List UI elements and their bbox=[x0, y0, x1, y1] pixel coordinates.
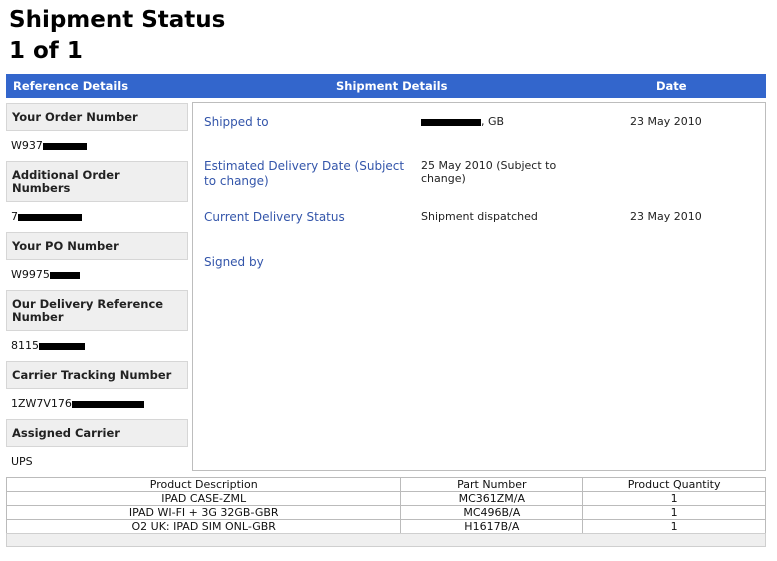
shipment-details-header: Shipment Details bbox=[336, 79, 448, 93]
order-number-text: W937 bbox=[11, 139, 43, 152]
table-row: IPAD CASE-ZML MC361ZM/A 1 bbox=[5, 491, 766, 506]
column-header: Part Number bbox=[400, 477, 584, 492]
column-header: Product Description bbox=[5, 477, 402, 492]
estimated-delivery-label: Estimated Delivery Date (Subject to chan… bbox=[204, 159, 405, 188]
shipped-to-value: , GB bbox=[421, 115, 591, 128]
redaction-mark bbox=[42, 142, 87, 150]
product-description-cell: IPAD CASE-ZML bbox=[5, 491, 402, 506]
order-number-value: W937 bbox=[6, 131, 188, 161]
table-header-row: Product Description Part Number Product … bbox=[5, 477, 766, 492]
redaction-mark bbox=[18, 213, 82, 221]
table-footer-bar bbox=[6, 533, 766, 547]
redaction-mark bbox=[71, 400, 144, 408]
assigned-carrier-label: Assigned Carrier bbox=[6, 419, 188, 447]
additional-order-numbers-text: 7 bbox=[11, 210, 18, 223]
shipment-details-panel: Shipped to , GB 23 May 2010 Estimated De… bbox=[192, 102, 766, 471]
shipped-to-country: , GB bbox=[481, 115, 505, 128]
redaction-mark bbox=[39, 342, 85, 350]
po-number-value: W9975 bbox=[6, 260, 188, 290]
additional-order-numbers-value: 7 bbox=[6, 202, 188, 232]
tracking-number-text: 1ZW7V176 bbox=[11, 397, 72, 410]
delivery-reference-text: 8115 bbox=[11, 339, 39, 352]
quantity-cell: 1 bbox=[582, 505, 766, 520]
order-number-label: Your Order Number bbox=[6, 103, 188, 131]
delivery-status-date: 23 May 2010 bbox=[630, 210, 702, 223]
po-number-text: W9975 bbox=[11, 268, 50, 281]
quantity-cell: 1 bbox=[582, 519, 766, 534]
redaction-mark bbox=[49, 271, 80, 279]
products-table: Product Description Part Number Product … bbox=[5, 477, 766, 534]
product-description-cell: O2 UK: IPAD SIM ONL-GBR bbox=[5, 519, 402, 534]
delivery-status-value: Shipment dispatched bbox=[421, 210, 538, 223]
page-title-block: Shipment Status 1 of 1 bbox=[9, 5, 225, 67]
estimated-delivery-value: 25 May 2010 (Subject to change) bbox=[421, 159, 557, 185]
part-number-cell: MC361ZM/A bbox=[400, 491, 584, 506]
tracking-number-label: Carrier Tracking Number bbox=[6, 361, 188, 389]
quantity-cell: 1 bbox=[582, 491, 766, 506]
delivery-reference-value: 8115 bbox=[6, 331, 188, 361]
table-header-bar: Reference Details Shipment Details Date bbox=[6, 74, 766, 98]
redaction-mark bbox=[421, 118, 481, 126]
part-number-cell: H1617B/A bbox=[400, 519, 584, 534]
po-number-label: Your PO Number bbox=[6, 232, 188, 260]
delivery-reference-label: Our Delivery Reference Number bbox=[6, 290, 188, 331]
date-header: Date bbox=[656, 79, 687, 93]
tracking-number-value: 1ZW7V176 bbox=[6, 389, 188, 419]
assigned-carrier-value: UPS bbox=[11, 455, 33, 468]
product-description-cell: IPAD WI-FI + 3G 32GB-GBR bbox=[5, 505, 402, 520]
shipped-to-label: Shipped to bbox=[204, 115, 269, 129]
column-header: Product Quantity bbox=[582, 477, 766, 492]
delivery-status-label: Current Delivery Status bbox=[204, 210, 345, 224]
additional-order-numbers-label: Additional Order Numbers bbox=[6, 161, 188, 202]
shipped-date: 23 May 2010 bbox=[630, 115, 702, 128]
signed-by-label: Signed by bbox=[204, 255, 264, 269]
table-row: O2 UK: IPAD SIM ONL-GBR H1617B/A 1 bbox=[5, 519, 766, 534]
table-row: IPAD WI-FI + 3G 32GB-GBR MC496B/A 1 bbox=[5, 505, 766, 520]
pager-text: 1 of 1 bbox=[9, 38, 83, 64]
part-number-cell: MC496B/A bbox=[400, 505, 584, 520]
page-title: Shipment Status bbox=[9, 7, 226, 33]
reference-details-header: Reference Details bbox=[13, 79, 129, 93]
reference-details-panel: Your Order Number W937 Additional Order … bbox=[6, 103, 188, 477]
